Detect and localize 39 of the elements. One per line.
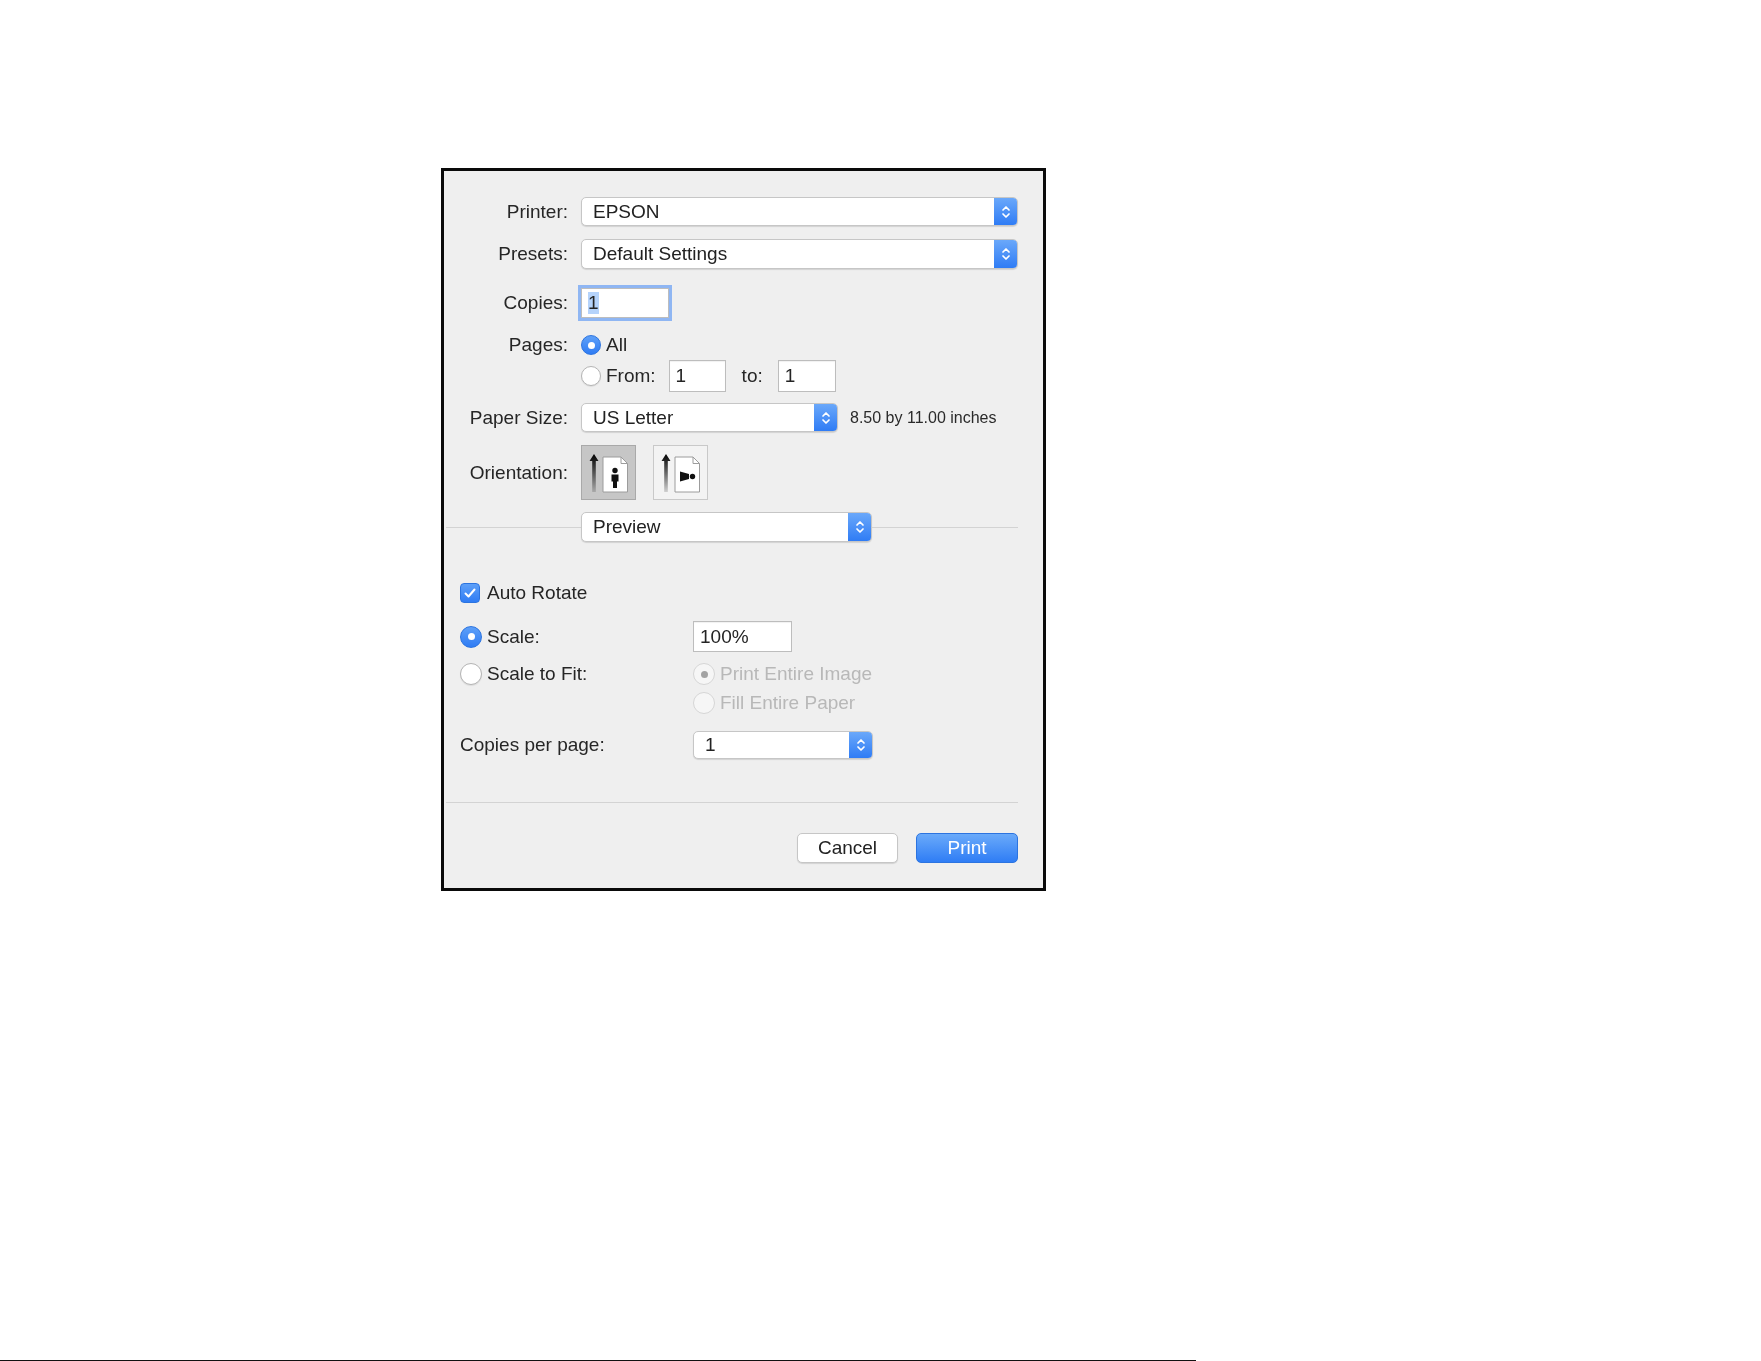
- up-down-chevrons-icon: [994, 240, 1017, 268]
- printer-popup[interactable]: EPSON: [581, 197, 1018, 226]
- copies-per-page-popup[interactable]: 1: [693, 731, 873, 759]
- landscape-page-icon: [660, 452, 701, 493]
- portrait-page-icon: [588, 452, 629, 493]
- option-label: Scale to Fit:: [487, 663, 588, 685]
- field-label: Pages:: [507, 334, 568, 356]
- up-down-chevrons-icon: [848, 513, 871, 541]
- up-down-chevrons-icon: [994, 198, 1017, 225]
- up-down-chevrons-icon: [814, 404, 837, 431]
- option-label: All: [606, 334, 628, 356]
- presets-popup[interactable]: Default Settings: [581, 239, 1018, 269]
- cancel-button[interactable]: Cancel: [797, 833, 898, 863]
- option-label: Scale:: [487, 625, 540, 648]
- from-page-field[interactable]: 1: [668, 360, 726, 392]
- option-label: From:: [606, 365, 656, 387]
- paper-size-popup[interactable]: US Letter: [581, 403, 838, 432]
- paper-dimensions-text: 8.50 by 11.00 inches: [850, 408, 997, 427]
- up-down-chevrons-icon: [849, 732, 872, 758]
- field-label: Copies per page:: [460, 734, 605, 756]
- field-label: to:: [741, 365, 763, 387]
- radio-button[interactable]: [581, 366, 601, 386]
- portrait-orientation-button[interactable]: [581, 445, 636, 500]
- field-label: Presets:: [497, 243, 568, 265]
- checkmark-icon: [463, 586, 477, 600]
- checkbox[interactable]: [460, 583, 480, 603]
- checkbox-label: Auto Rotate: [487, 582, 588, 604]
- landscape-orientation-button[interactable]: [653, 445, 708, 500]
- field-label: Orientation:: [468, 461, 568, 484]
- radio-button[interactable]: [460, 663, 482, 685]
- field-label: Printer:: [505, 200, 568, 223]
- field-label: Paper Size:: [468, 406, 568, 429]
- field-label: Copies:: [502, 292, 568, 314]
- scale-field[interactable]: 100%: [693, 621, 792, 652]
- to-page-field[interactable]: 1: [777, 360, 836, 392]
- radio-button[interactable]: [460, 625, 482, 648]
- panel-popup[interactable]: Preview: [581, 512, 872, 542]
- radio-button[interactable]: [581, 335, 601, 355]
- copies-field[interactable]: 1: [581, 288, 669, 318]
